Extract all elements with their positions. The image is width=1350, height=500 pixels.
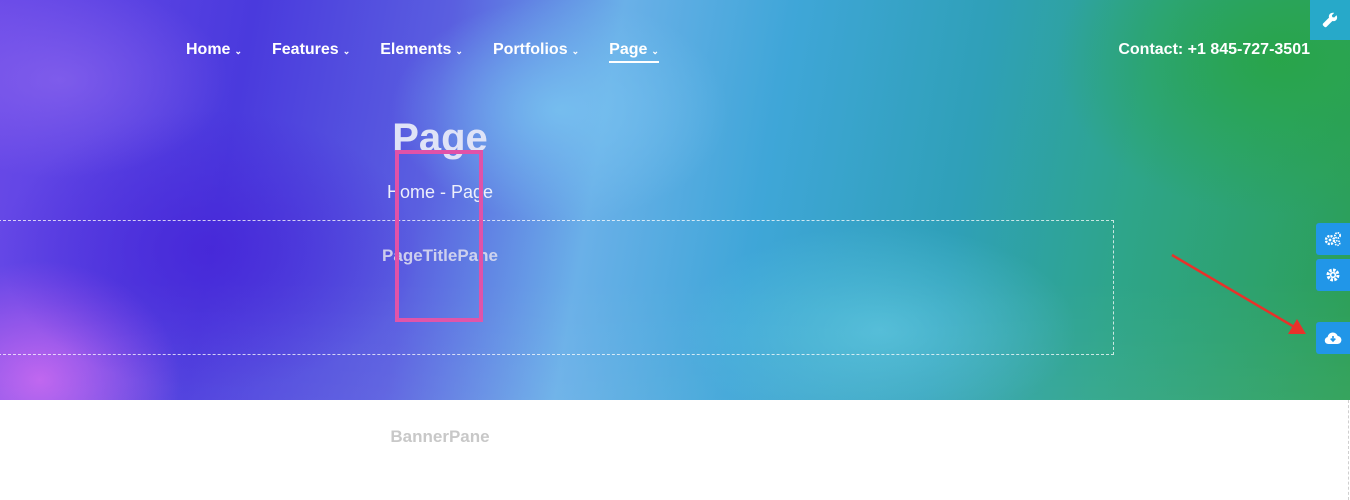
chevron-down-icon: ⌄ — [651, 45, 659, 56]
nav-item-home[interactable]: Home ⌄ — [186, 38, 242, 62]
nav-item-label: Elements — [380, 41, 452, 58]
pane-divider — [1348, 400, 1349, 500]
breadcrumb: Home - Page — [386, 182, 494, 202]
chevron-down-icon: ⌄ — [234, 45, 242, 56]
page-title: Page — [392, 116, 488, 160]
nav-item-page[interactable]: Page ⌄ — [609, 38, 659, 63]
download-button[interactable] — [1316, 322, 1350, 354]
nav-item-elements[interactable]: Elements ⌄ — [380, 38, 463, 62]
page-title-hero: Home ⌄ Features ⌄ Elements ⌄ Portfolios … — [0, 0, 1350, 400]
wrench-tool-button[interactable] — [1310, 0, 1350, 40]
chevron-down-icon: ⌄ — [571, 45, 580, 56]
chevron-down-icon: ⌄ — [342, 45, 351, 56]
nav-item-label: Portfolios — [492, 41, 568, 58]
cogs-button[interactable] — [1316, 223, 1350, 255]
nav-item-label: Home — [186, 41, 231, 58]
main-nav: Home ⌄ Features ⌄ Elements ⌄ Portfolios … — [186, 38, 689, 63]
nav-item-features[interactable]: Features ⌄ — [272, 38, 350, 62]
cloud-download-icon — [1324, 332, 1342, 344]
banner-pane-label: BannerPane — [390, 427, 490, 446]
highlight-box — [395, 150, 483, 322]
page-title-pane-label: PageTitlePane — [382, 246, 498, 265]
page-title-pane — [0, 220, 1114, 355]
nav-item-portfolios[interactable]: Portfolios ⌄ — [493, 38, 579, 62]
nav-item-label: Features — [272, 41, 339, 58]
nav-item-label: Page — [609, 41, 648, 58]
contact-phone: Contact: +1 845-727-3501 — [1118, 41, 1310, 58]
settings-button[interactable] — [1316, 259, 1350, 291]
gear-icon — [1326, 268, 1340, 282]
wrench-icon — [1322, 12, 1338, 28]
chevron-down-icon: ⌄ — [455, 45, 463, 56]
cogs-icon — [1324, 232, 1341, 247]
